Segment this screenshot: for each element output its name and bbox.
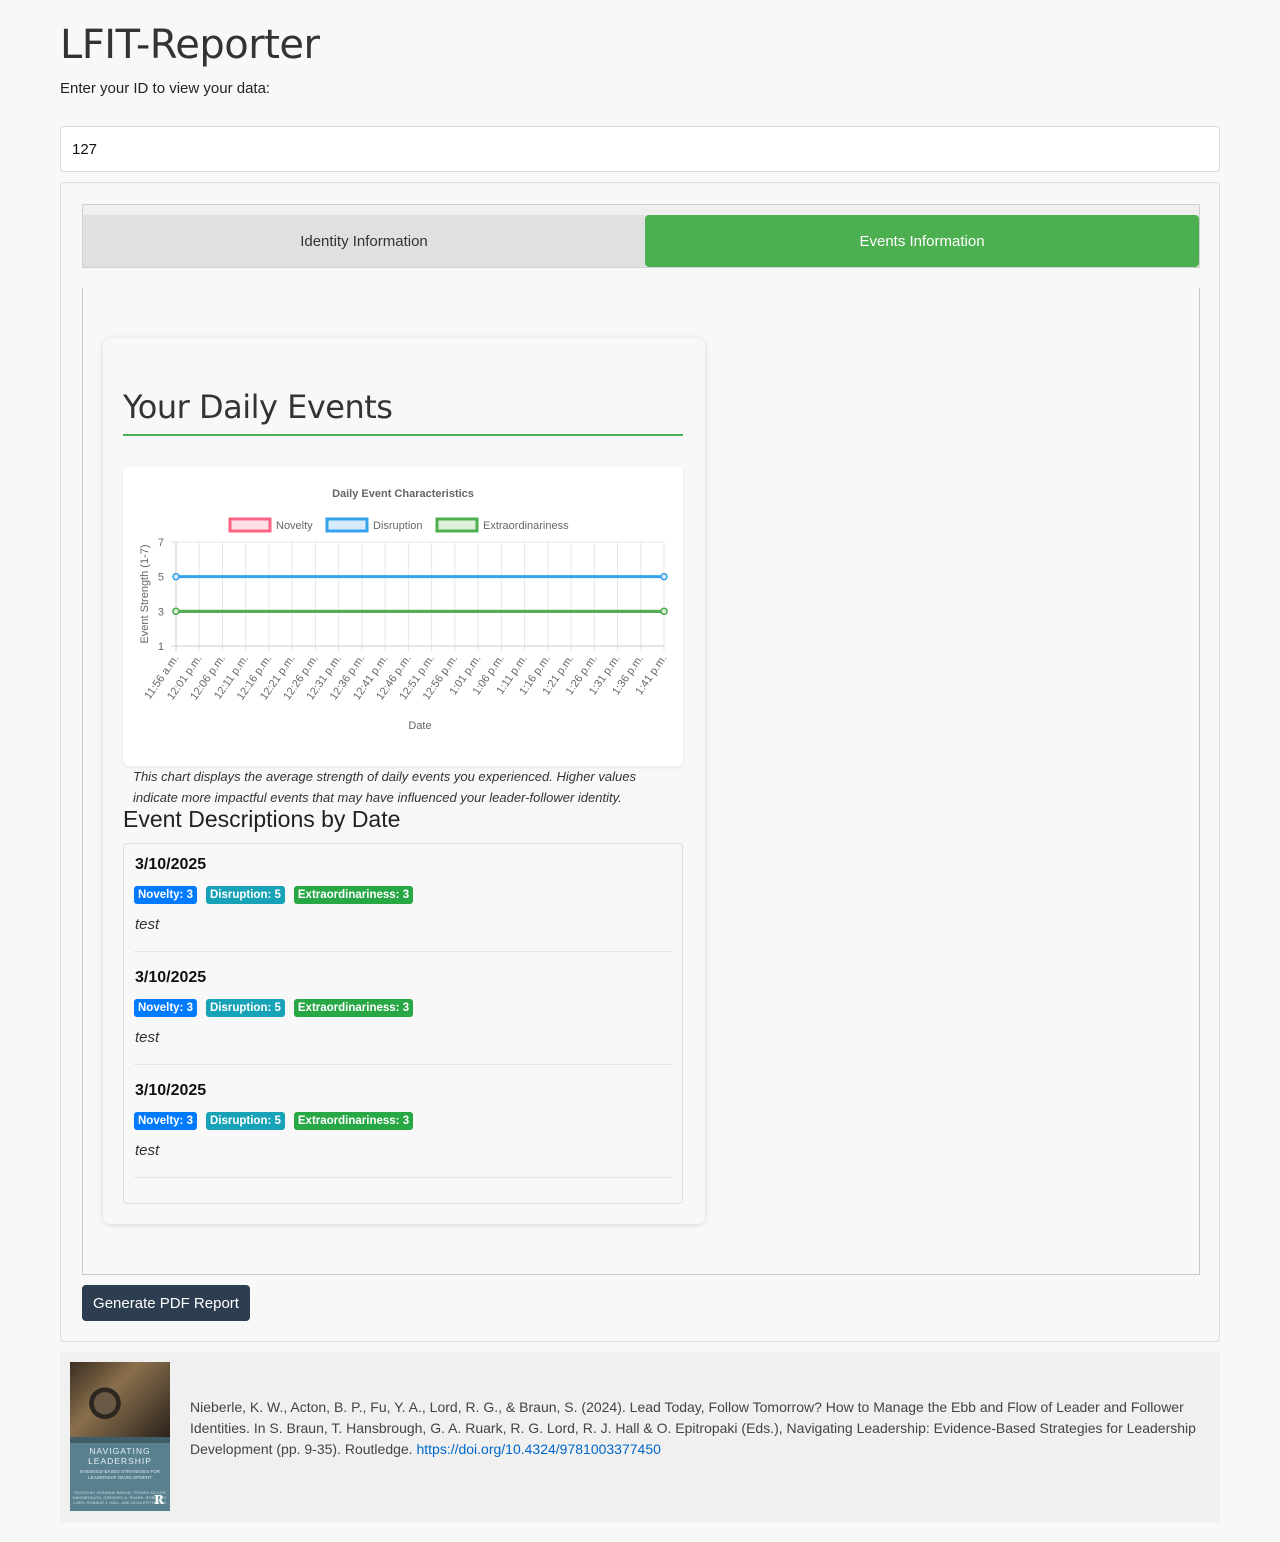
- novelty-badge: Novelty: 3: [134, 999, 197, 1017]
- event-date: 3/10/2025: [135, 856, 207, 873]
- y-tick-label: 5: [158, 572, 164, 584]
- legend-label-disruption: Disruption: [373, 520, 423, 532]
- results-panel: Identity Information Events Information …: [60, 182, 1220, 1342]
- book-cover-image: NAVIGATING LEADERSHIP EVIDENCE-BASED STR…: [70, 1362, 170, 1511]
- disruption-badge: Disruption: 5: [205, 1112, 285, 1130]
- y-tick-label: 1: [158, 641, 164, 653]
- id-input[interactable]: [60, 126, 1220, 172]
- chart-note: This chart displays the average strength…: [133, 769, 636, 805]
- events-tab-content: Your Daily Events Daily Event Characteri…: [82, 288, 1200, 1275]
- publisher-logo: R: [154, 1493, 164, 1507]
- event-description: test: [135, 916, 160, 933]
- data-point-extraordinariness: [660, 607, 668, 616]
- event-badges: Novelty: 3 Disruption: 5 Extraordinarine…: [134, 1112, 414, 1130]
- event-badges: Novelty: 3 Disruption: 5 Extraordinarine…: [134, 999, 414, 1017]
- x-axis-title: Date: [408, 720, 431, 732]
- citation-text: Nieberle, K. W., Acton, B. P., Fu, Y. A.…: [190, 1397, 1200, 1460]
- events-line-chart: Daily Event Characteristics Novelty Disrup…: [139, 488, 669, 732]
- card-title: Your Daily Events: [123, 388, 683, 436]
- event-badges: Novelty: 3 Disruption: 5 Extraordinarine…: [134, 886, 414, 904]
- data-point-disruption: [172, 572, 180, 581]
- tab-events-information[interactable]: Events Information: [645, 215, 1199, 267]
- tab-bar: Identity Information Events Information: [82, 204, 1200, 268]
- footer-citation: NAVIGATING LEADERSHIP EVIDENCE-BASED STR…: [60, 1352, 1220, 1522]
- id-prompt-label: Enter your ID to view your data:: [60, 80, 271, 97]
- disruption-badge: Disruption: 5: [205, 886, 285, 904]
- events-heading: Event Descriptions by Date: [123, 806, 401, 832]
- legend-label-extraordinariness: Extraordinariness: [483, 520, 569, 532]
- daily-events-card: Your Daily Events Daily Event Characteri…: [103, 338, 705, 1224]
- data-point-extraordinariness: [172, 607, 180, 616]
- book-series-band: [70, 1437, 170, 1443]
- list-item: 3/10/2025 Novelty: 3 Disruption: 5 Extra…: [134, 844, 672, 952]
- citation-body: Nieberle, K. W., Acton, B. P., Fu, Y. A.…: [190, 1399, 1196, 1457]
- extraordinariness-badge: Extraordinariness: 3: [293, 886, 414, 904]
- event-description: test: [135, 1142, 160, 1159]
- extraordinariness-badge: Extraordinariness: 3: [293, 1112, 414, 1130]
- chart-title: Daily Event Characteristics: [332, 488, 474, 500]
- event-date: 3/10/2025: [135, 1082, 207, 1099]
- y-axis-title: Event Strength (1-7): [139, 544, 151, 643]
- legend-swatch-disruption: [325, 517, 369, 533]
- doi-link[interactable]: https://doi.org/10.4324/9781003377450: [416, 1441, 660, 1457]
- legend-label-novelty: Novelty: [276, 520, 313, 532]
- book-title: NAVIGATING LEADERSHIP: [88, 1446, 152, 1466]
- tab-identity-information[interactable]: Identity Information: [83, 215, 645, 267]
- novelty-badge: Novelty: 3: [134, 1112, 197, 1130]
- y-tick-label: 3: [158, 606, 164, 618]
- list-item: 3/10/2025 Novelty: 3 Disruption: 5 Extra…: [134, 957, 672, 1065]
- events-list: 3/10/2025 Novelty: 3 Disruption: 5 Extra…: [123, 843, 683, 1204]
- book-subtitle: EVIDENCE-BASED STRATEGIES FOR LEADERSHIP…: [80, 1469, 160, 1480]
- extraordinariness-badge: Extraordinariness: 3: [293, 999, 414, 1017]
- compass-map-image: [70, 1362, 170, 1437]
- data-point-disruption: [660, 572, 668, 581]
- y-tick-label: 7: [158, 537, 164, 549]
- legend-swatch-extraordinariness: [435, 517, 479, 533]
- app-title: LFIT-Reporter: [60, 22, 320, 68]
- novelty-badge: Novelty: 3: [134, 886, 197, 904]
- event-description: test: [135, 1029, 160, 1046]
- chart-container: Daily Event Characteristics Novelty Disrup…: [123, 466, 683, 766]
- event-date: 3/10/2025: [135, 969, 207, 986]
- list-item: 3/10/2025 Novelty: 3 Disruption: 5 Extra…: [134, 1070, 672, 1178]
- generate-pdf-button[interactable]: Generate PDF Report: [82, 1285, 250, 1321]
- disruption-badge: Disruption: 5: [205, 999, 285, 1017]
- legend-swatch-novelty: [228, 517, 272, 533]
